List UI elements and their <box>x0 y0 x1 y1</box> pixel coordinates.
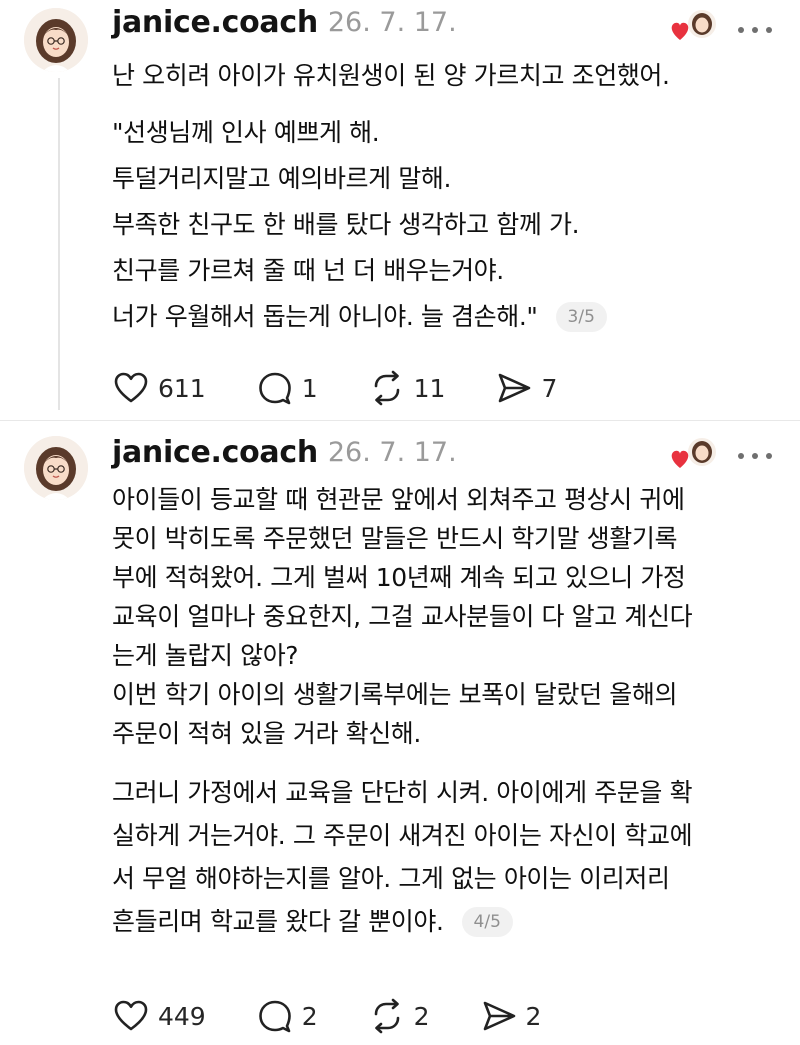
avatar[interactable] <box>24 8 88 72</box>
speech-bubble-icon <box>258 372 291 405</box>
post-body: 아이들이 등교할 때 현관문 앞에서 외쳐주고 평상시 귀에 못이 박히도록 주… <box>112 482 776 939</box>
username[interactable]: janice.coach <box>112 435 318 470</box>
action-bar: 449 2 2 2 <box>112 994 591 1038</box>
post-text-line: 주문이 적혀 있을 거라 확신해. <box>112 719 421 748</box>
speech-bubble-icon <box>258 1000 291 1033</box>
post-body: 난 오히려 아이가 유치원생이 된 양 가르치고 조언했어. "선생님께 인사 … <box>112 58 776 334</box>
post-text-line: 난 오히려 아이가 유치원생이 된 양 가르치고 조언했어. <box>112 61 670 90</box>
reply-button[interactable]: 1 <box>256 369 318 407</box>
post-header: janice.coach 26. 7. 17. <box>112 4 457 40</box>
avatar-illustration <box>24 436 88 500</box>
post-text-line: 실하게 거는거야. 그 주문이 새겨진 아이는 자신이 학교에 <box>112 821 693 850</box>
post-date: 26. 7. 17. <box>327 436 457 468</box>
post-text-line: 투덜거리지말고 예의바르게 말해. <box>112 164 452 193</box>
avatar[interactable] <box>24 436 88 500</box>
post-text-line: 서 무얼 해야하는지를 알아. 그게 없는 아이는 이리저리 <box>112 864 670 893</box>
page-indicator: 3/5 <box>555 301 607 332</box>
share-count: 2 <box>525 1001 542 1031</box>
post-text-line: 교육이 얼마나 중요한지, 그걸 교사분들이 다 알고 계신다 <box>112 602 693 631</box>
post-header: janice.coach 26. 7. 17. <box>112 434 457 470</box>
thread-line <box>58 78 60 410</box>
post-text-line: 못이 박히도록 주문했던 말들은 반드시 학기말 생활기록 <box>112 524 678 553</box>
heart-outline-icon <box>114 372 148 403</box>
post-text-line: 친구를 가르쳐 줄 때 넌 더 배우는거야. <box>112 256 504 285</box>
heart-outline-icon <box>114 1000 148 1031</box>
post-date: 26. 7. 17. <box>327 6 457 38</box>
post-text-line: "선생님께 인사 예쁘게 해. <box>112 118 380 147</box>
more-dots-icon[interactable] <box>738 24 772 36</box>
heart-avatar-icon <box>668 434 720 474</box>
reply-button[interactable]: 2 <box>256 997 318 1035</box>
post-text-line: 이번 학기 아이의 생활기록부에는 보폭이 달랐던 올해의 <box>112 680 678 709</box>
repost-button[interactable]: 11 <box>368 369 446 407</box>
post-text-line: 너가 우월해서 돕는게 아니야. 늘 겸손해." <box>112 302 538 331</box>
repost-count: 2 <box>413 1001 430 1031</box>
repost-count: 11 <box>413 373 446 403</box>
post-text-line: 아이들이 등교할 때 현관문 앞에서 외쳐주고 평상시 귀에 <box>112 485 685 514</box>
post-text-line: 부에 적혀왔어. 그게 벌써 10년째 계속 되고 있으니 가정 <box>112 563 686 592</box>
page-indicator: 4/5 <box>461 906 513 937</box>
reply-count: 2 <box>301 1001 318 1031</box>
username[interactable]: janice.coach <box>112 5 318 40</box>
post-text-line: 는게 놀랍지 않아? <box>112 641 299 670</box>
repost-button[interactable]: 2 <box>368 997 430 1035</box>
share-button[interactable]: 7 <box>495 369 557 407</box>
avatar-illustration <box>24 8 88 72</box>
send-icon <box>483 1001 515 1031</box>
last-line-row: 너가 우월해서 돕는게 아니야. 늘 겸손해." 3/5 <box>112 299 776 334</box>
repost-arrows-icon <box>374 370 399 406</box>
post-text-line: 부족한 친구도 한 배를 탔다 생각하고 함께 가. <box>112 210 580 239</box>
post-divider <box>0 420 800 421</box>
more-dots-icon[interactable] <box>738 450 772 462</box>
post-text-line: 흔들리며 학교를 왔다 갈 뿐이야. <box>112 907 444 936</box>
repost-arrows-icon <box>374 998 399 1034</box>
action-bar: 611 1 11 7 <box>112 366 607 410</box>
reply-count: 1 <box>301 373 318 403</box>
post-text-line: 그러니 가정에서 교육을 단단히 시켜. 아이에게 주문을 확 <box>112 778 693 807</box>
like-count: 611 <box>158 373 206 403</box>
heart-avatar-icon <box>668 6 720 46</box>
share-count: 7 <box>541 373 558 403</box>
like-button[interactable]: 611 <box>112 369 206 407</box>
last-line-row: 흔들리며 학교를 왔다 갈 뿐이야. 4/5 <box>112 904 776 939</box>
share-button[interactable]: 2 <box>480 997 542 1035</box>
like-button[interactable]: 449 <box>112 997 206 1035</box>
send-icon <box>499 373 531 403</box>
like-count: 449 <box>158 1001 206 1031</box>
